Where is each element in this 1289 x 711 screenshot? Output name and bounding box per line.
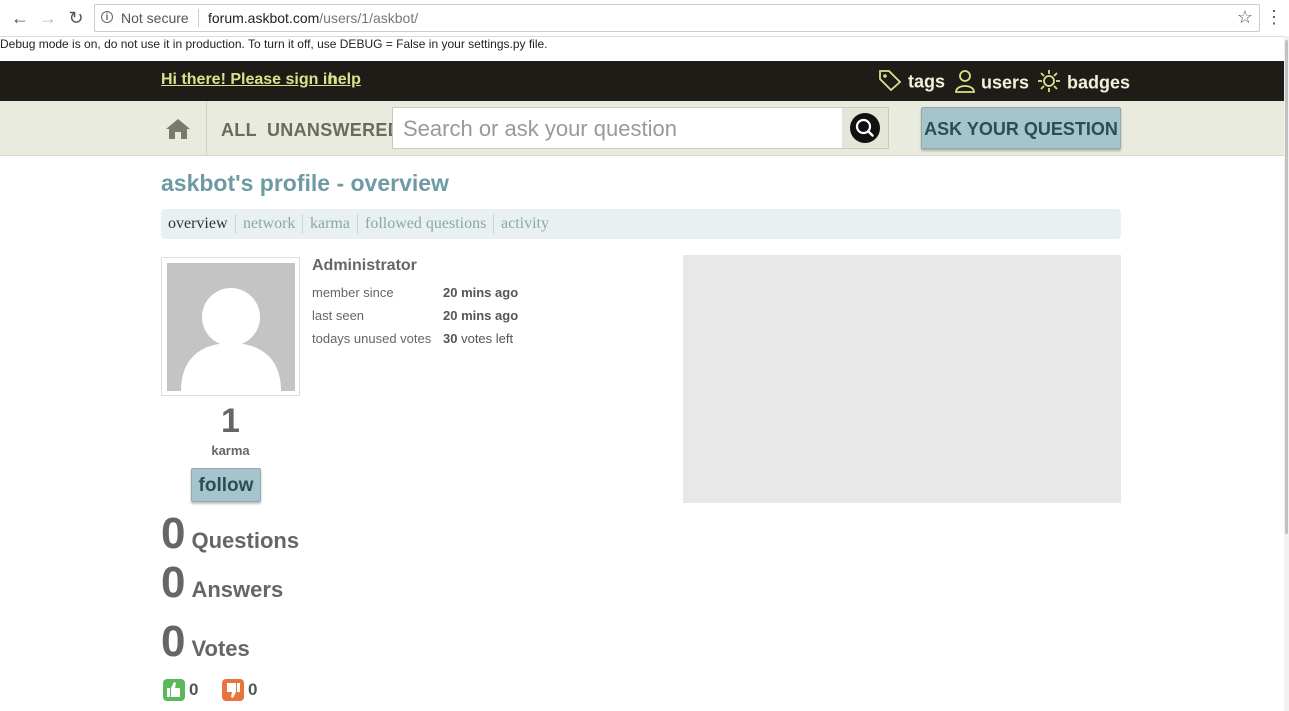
url-text[interactable]: forum.askbot.com/users/1/askbot/ xyxy=(208,10,418,26)
nav-badges[interactable]: badges xyxy=(1037,69,1130,98)
nav-badges-label: badges xyxy=(1067,72,1131,93)
search-button[interactable] xyxy=(842,108,888,148)
reload-icon[interactable]: ↻ xyxy=(64,6,88,30)
debug-notice: Debug mode is on, do not use it in produ… xyxy=(0,37,548,51)
tab-followed-questions[interactable]: followed questions xyxy=(358,214,495,234)
filter-unanswered[interactable]: UNANSWERED xyxy=(267,120,401,141)
unused-votes-value: 30 xyxy=(443,331,458,346)
stat-answers[interactable]: 0 Answers xyxy=(161,558,283,608)
scrollbar-thumb[interactable] xyxy=(1285,40,1288,534)
browser-toolbar: ← → ↻ i Not secure forum.askbot.com/user… xyxy=(0,0,1289,37)
votes-count: 0 xyxy=(161,617,186,666)
follow-button[interactable]: follow xyxy=(191,468,261,502)
nav-tags[interactable]: tags xyxy=(878,69,945,96)
questions-label: Questions xyxy=(191,528,300,553)
search-box xyxy=(392,107,889,149)
answers-count: 0 xyxy=(161,558,186,607)
last-seen-row: last seen 20 mins ago xyxy=(312,308,518,323)
unused-votes-suffix: votes left xyxy=(461,331,514,346)
nav-tags-label: tags xyxy=(908,71,946,92)
unused-votes-label: todays unused votes xyxy=(312,331,432,346)
security-status: Not secure xyxy=(121,10,189,26)
questions-count: 0 xyxy=(161,509,186,558)
back-arrow-icon[interactable]: ← xyxy=(8,6,32,30)
forward-arrow-icon[interactable]: → xyxy=(36,6,60,30)
member-since-label: member since xyxy=(312,285,394,300)
stat-questions[interactable]: 0 Questions xyxy=(161,509,299,559)
nav-users-label: users xyxy=(981,72,1030,93)
menu-dots-icon[interactable]: ⋮ xyxy=(1265,8,1283,26)
top-bar: Hi there! Please sign in help tags users… xyxy=(0,61,1284,101)
star-icon[interactable]: ☆ xyxy=(1237,7,1253,28)
page-scrollbar[interactable] xyxy=(1284,36,1289,711)
last-seen-label: last seen xyxy=(312,308,365,323)
filter-all[interactable]: ALL xyxy=(221,120,257,141)
thumbs-down-icon xyxy=(222,679,244,701)
stat-votes[interactable]: 0 Votes xyxy=(161,617,250,667)
member-since-row: member since 20 mins ago xyxy=(312,285,518,300)
search-icon xyxy=(850,113,880,143)
home-icon[interactable] xyxy=(165,118,191,145)
sign-in-link[interactable]: Hi there! Please sign in xyxy=(161,71,337,89)
url-host: forum.askbot.com xyxy=(208,10,320,26)
badge-icon xyxy=(1037,69,1061,98)
tab-activity[interactable]: activity xyxy=(494,214,556,234)
karma-value: 1 xyxy=(221,402,240,440)
tag-icon xyxy=(878,69,902,96)
profile-widget-placeholder xyxy=(683,255,1121,503)
tab-network[interactable]: network xyxy=(236,214,304,234)
user-icon xyxy=(955,69,975,98)
tab-karma[interactable]: karma xyxy=(303,214,358,234)
user-name: Administrator xyxy=(312,257,417,274)
search-bar: ALL UNANSWERED ASK YOUR QUESTION xyxy=(0,101,1284,156)
search-divider xyxy=(206,101,207,155)
answers-label: Answers xyxy=(191,577,284,602)
unused-votes-row: todays unused votes 30 votes left xyxy=(312,331,513,346)
url-path: /users/1/askbot/ xyxy=(319,10,419,26)
ask-question-button[interactable]: ASK YOUR QUESTION xyxy=(921,107,1121,149)
help-link[interactable]: help xyxy=(328,71,361,89)
omnibox-divider xyxy=(198,9,199,27)
votes-label: Votes xyxy=(191,636,250,661)
upvotes-count: 0 xyxy=(189,680,199,699)
info-icon[interactable]: i xyxy=(101,11,113,23)
avatar-placeholder-icon xyxy=(167,263,295,391)
member-since-value: 20 mins ago xyxy=(443,285,519,300)
search-input[interactable] xyxy=(401,114,835,144)
nav-users[interactable]: users xyxy=(955,69,1029,98)
karma-label: karma xyxy=(211,443,250,458)
tab-overview[interactable]: overview xyxy=(161,214,236,234)
address-bar[interactable]: i Not secure forum.askbot.com/users/1/as… xyxy=(94,4,1260,32)
profile-tabs: overview network karma followed question… xyxy=(161,209,1121,239)
thumbs-up-icon xyxy=(163,679,185,701)
downvotes-count: 0 xyxy=(248,680,258,699)
page-title: askbot's profile - overview xyxy=(161,170,449,196)
last-seen-value: 20 mins ago xyxy=(443,308,519,323)
avatar[interactable] xyxy=(161,257,300,396)
